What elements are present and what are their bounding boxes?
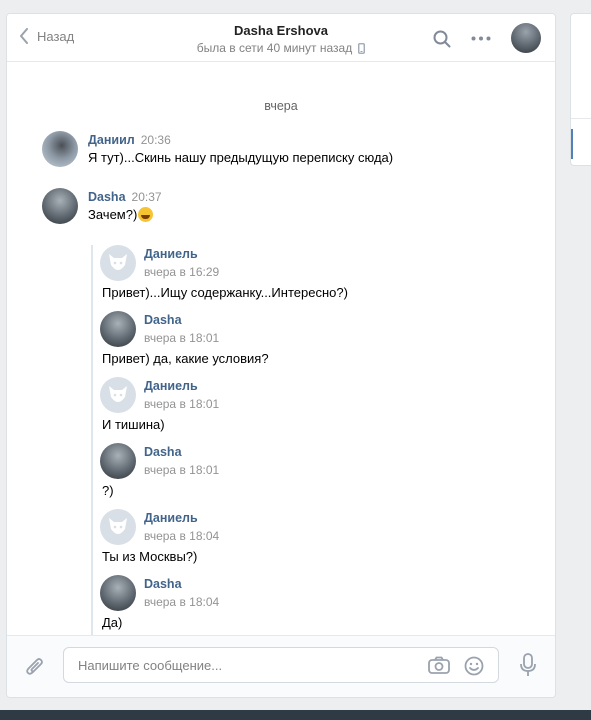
message-meta: Dasha 20:37 (88, 189, 162, 204)
forwarded-author[interactable]: Даниель (144, 511, 198, 525)
forwarded-text: И тишина) (102, 417, 165, 432)
forwarded-item: Даниель вчера в 16:29 Привет)...Ищу соде… (100, 245, 520, 311)
author-name[interactable]: Даниил (88, 133, 135, 147)
message-input[interactable] (76, 657, 420, 674)
forwarded-author[interactable]: Dasha (144, 577, 182, 591)
mobile-icon (358, 42, 366, 54)
message-time[interactable]: 20:37 (132, 190, 162, 204)
camera-icon[interactable] (428, 656, 450, 674)
date-separator: вчера (264, 99, 298, 113)
forwarded-time: вчера в 16:29 (144, 265, 220, 279)
search-icon[interactable] (433, 30, 451, 48)
photo-avatar[interactable] (100, 443, 136, 479)
composer (7, 635, 555, 697)
forwarded-text: Ты из Москвы?) (102, 549, 198, 564)
forwarded-text: Привет)...Ищу содержанку...Интересно?) (102, 285, 348, 300)
avatar[interactable] (42, 188, 78, 224)
menu-divider (571, 118, 591, 119)
more-icon[interactable] (471, 36, 491, 41)
forwarded-messages: Даниель вчера в 16:29 Привет)...Ищу соде… (91, 245, 523, 637)
dog-avatar-icon[interactable] (100, 245, 136, 281)
forwarded-item: Даниель вчера в 18:04 Ты из Москвы?) (100, 509, 520, 575)
forwarded-author[interactable]: Даниель (144, 247, 198, 261)
message-text: Я тут)...Скинь нашу предыдущую переписку… (88, 150, 394, 165)
forwarded-item: Dasha вчера в 18:01 Привет) да, какие ус… (100, 311, 520, 377)
message-history: вчера Даниил 20:36 Я тут)...Скинь нашу пр… (7, 62, 555, 637)
online-status: была в сети 40 минут назад (196, 41, 366, 55)
forwarded-author[interactable]: Dasha (144, 313, 182, 327)
forwarded-text: Да) (102, 615, 123, 630)
forwarded-item: Dasha вчера в 18:04 Да) (100, 575, 520, 641)
photo-avatar[interactable] (100, 311, 136, 347)
forwarded-author[interactable]: Dasha (144, 445, 182, 459)
active-menu-indicator (571, 129, 573, 159)
message-time[interactable]: 20:36 (141, 133, 171, 147)
forwarded-author[interactable]: Даниель (144, 379, 198, 393)
author-name[interactable]: Dasha (88, 190, 126, 204)
message-input-box (63, 647, 499, 683)
dog-avatar-icon[interactable] (100, 377, 136, 413)
message-text: Зачем?) (88, 207, 138, 222)
dog-avatar-icon[interactable] (100, 509, 136, 545)
paperclip-icon[interactable] (25, 656, 45, 678)
message-text-row: Зачем?) (88, 207, 154, 222)
forwarded-time: вчера в 18:04 (144, 529, 220, 543)
online-status-text: была в сети 40 минут назад (196, 41, 353, 55)
forwarded-time: вчера в 18:01 (144, 397, 220, 411)
forwarded-item: Даниель вчера в 18:01 И тишина) (100, 377, 520, 443)
grinning-sweat-emoji-icon (138, 207, 154, 222)
bottom-strip (0, 710, 591, 720)
header-avatar[interactable] (511, 23, 541, 53)
forwarded-time: вчера в 18:04 (144, 595, 220, 609)
forwarded-text: ?) (102, 483, 114, 498)
forwarded-time: вчера в 18:01 (144, 463, 220, 477)
forwarded-item: Dasha вчера в 18:01 ?) (100, 443, 520, 509)
chat-panel: Назад Dasha Ershova была в сети 40 минут… (6, 13, 556, 698)
chat-header: Назад Dasha Ershova была в сети 40 минут… (7, 14, 555, 62)
avatar[interactable] (42, 131, 78, 167)
smile-icon[interactable] (464, 656, 484, 676)
right-side-menu (570, 13, 591, 166)
message-meta: Даниил 20:36 (88, 132, 171, 147)
forwarded-text: Привет) да, какие условия? (102, 351, 269, 366)
photo-avatar[interactable] (100, 575, 136, 611)
forwarded-time: вчера в 18:01 (144, 331, 220, 345)
microphone-icon[interactable] (519, 653, 537, 677)
